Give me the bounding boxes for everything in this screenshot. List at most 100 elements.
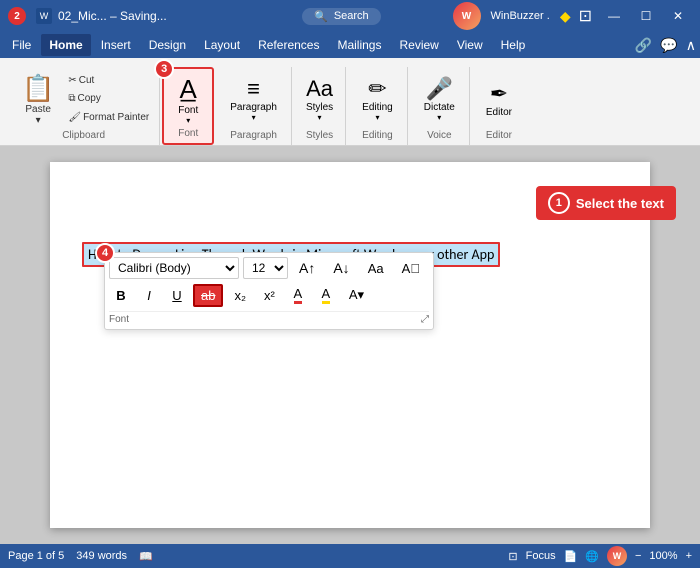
font-group-label: Font xyxy=(178,126,198,139)
format-painter-button[interactable]: 🖌 Format Painter xyxy=(64,111,153,124)
font-color-dropdown[interactable]: A▾ xyxy=(342,284,371,306)
ribbon: 📋 Paste ▾ ✂ Cut ⧉ Copy xyxy=(0,58,700,146)
paste-button[interactable]: 📋 Paste ▾ xyxy=(14,71,62,127)
menu-home[interactable]: Home xyxy=(41,34,90,56)
menu-review[interactable]: Review xyxy=(391,34,446,56)
ribbon-group-paragraph: ≡ Paragraph ▾ Paragraph xyxy=(216,67,292,145)
italic-button[interactable]: I xyxy=(137,285,161,306)
editing-arrow: ▾ xyxy=(375,113,379,122)
view-print-icon[interactable]: 📄 xyxy=(564,550,578,563)
text-color-button[interactable]: A xyxy=(286,283,310,307)
ribbon-container: 📋 Paste ▾ ✂ Cut ⧉ Copy xyxy=(0,58,700,146)
paste-arrow: ▾ xyxy=(36,115,41,126)
underline-button[interactable]: U xyxy=(165,285,189,306)
copy-icon: ⧉ xyxy=(68,93,75,104)
menu-design[interactable]: Design xyxy=(141,34,194,56)
editor-button[interactable]: ✒ Editor xyxy=(478,71,520,127)
font-expand-icon[interactable]: ⤢ xyxy=(421,314,429,325)
file-name: 02_Mic... – Saving... xyxy=(58,9,167,23)
bold-button[interactable]: B xyxy=(109,285,133,306)
diamond-icon: ◆ xyxy=(560,8,571,25)
focus-icon[interactable]: ⊡ xyxy=(508,550,517,563)
comment-icon[interactable]: 💬 xyxy=(660,37,677,54)
title-bar: 2 W 02_Mic... – Saving... 🔍 Search W Win… xyxy=(0,0,700,32)
title-bar-left: 2 W 02_Mic... – Saving... xyxy=(8,7,230,25)
clipboard-buttons: 📋 Paste ▾ ✂ Cut ⧉ Copy xyxy=(14,71,153,128)
editor-icon: ✒ xyxy=(490,81,508,107)
minimize-button[interactable]: — xyxy=(600,2,628,30)
proofing-icon: 📖 xyxy=(139,550,153,563)
clipboard-small-buttons: ✂ Cut ⧉ Copy 🖌 Format Painter xyxy=(64,71,153,127)
menu-insert[interactable]: Insert xyxy=(93,34,139,56)
paragraph-arrow: ▾ xyxy=(252,113,256,122)
menu-file[interactable]: File xyxy=(4,34,39,56)
word-count: 349 words xyxy=(76,550,127,562)
ribbon-group-editing: ✏ Editing ▾ Editing xyxy=(348,67,408,145)
quick-access-badge: 2 xyxy=(8,7,26,25)
ribbon-group-clipboard: 📋 Paste ▾ ✂ Cut ⧉ Copy xyxy=(8,67,160,145)
title-bar-center: 🔍 Search xyxy=(230,8,452,25)
font-label: Font xyxy=(178,105,198,116)
zoom-out-button[interactable]: − xyxy=(635,550,641,562)
styles-group-label: Styles xyxy=(306,128,333,141)
font-formatting-bar: 4 Calibri (Body) 12 A↑ A↓ Aa A⃝ B I U ab… xyxy=(104,252,434,330)
ribbon-group-font: 3 A̲ Font ▾ Font xyxy=(162,67,214,145)
ribbon-group-dictate: 🎤 Dictate ▾ Voice xyxy=(410,67,470,145)
dictate-icon: 🎤 xyxy=(426,76,453,102)
shrink-font-button[interactable]: A↓ xyxy=(326,257,356,279)
menu-right-icons: 🔗 💬 ∧ xyxy=(635,37,696,54)
change-case-button[interactable]: Aa xyxy=(361,258,391,279)
font-bar-footer: Font ⤢ xyxy=(109,311,429,325)
cut-button[interactable]: ✂ Cut xyxy=(64,74,153,87)
app-name-label: WinBuzzer . xyxy=(491,10,550,22)
font-bar-row1: Calibri (Body) 12 A↑ A↓ Aa A⃝ xyxy=(109,257,429,279)
ribbon-group-editor: ✒ Editor Editor xyxy=(472,67,526,145)
focus-label: Focus xyxy=(526,550,556,562)
superscript-button[interactable]: x² xyxy=(257,285,282,306)
share-icon[interactable]: 🔗 xyxy=(635,37,652,54)
dictate-button[interactable]: 🎤 Dictate ▾ xyxy=(416,71,463,127)
highlight-button[interactable]: A xyxy=(314,283,338,307)
strikethrough-button[interactable]: ab xyxy=(193,284,223,307)
styles-icon: Aa xyxy=(306,76,333,102)
ribbon-group-styles: Aa Styles ▾ Styles xyxy=(294,67,346,145)
format-painter-icon: 🖌 xyxy=(68,112,81,123)
status-bar: Page 1 of 5 349 words 📖 ⊡ Focus 📄 🌐 W − … xyxy=(0,544,700,568)
zoom-in-button[interactable]: + xyxy=(686,550,692,562)
copy-button[interactable]: ⧉ Copy xyxy=(64,92,153,105)
menu-references[interactable]: References xyxy=(250,34,327,56)
close-button[interactable]: ✕ xyxy=(664,2,692,30)
font-icon[interactable]: A̲ xyxy=(180,74,197,105)
font-arrow: ▾ xyxy=(186,116,190,125)
cut-icon: ✂ xyxy=(68,75,76,86)
text-color-icon: A xyxy=(294,286,303,304)
zoom-level: 100% xyxy=(649,550,677,562)
maximize-button[interactable]: ☐ xyxy=(632,2,660,30)
editing-button[interactable]: ✏ Editing ▾ xyxy=(354,71,401,127)
font-name-select[interactable]: Calibri (Body) xyxy=(109,257,239,279)
paragraph-icon[interactable]: ≡ xyxy=(247,76,260,102)
annotation-1-text: Select the text xyxy=(576,196,664,211)
winbuzzer-status-logo: W xyxy=(607,546,627,566)
menu-view[interactable]: View xyxy=(449,34,491,56)
collapse-ribbon-icon[interactable]: ∧ xyxy=(686,37,696,54)
menu-mailings[interactable]: Mailings xyxy=(329,34,389,56)
dictate-arrow: ▾ xyxy=(437,113,441,122)
menu-layout[interactable]: Layout xyxy=(196,34,248,56)
clear-format-button[interactable]: A⃝ xyxy=(395,258,427,279)
search-label: Search xyxy=(334,10,369,22)
status-bar-right: ⊡ Focus 📄 🌐 W − 100% + xyxy=(508,546,692,566)
annotation-1-badge: 1 xyxy=(548,192,570,214)
paste-icon: 📋 xyxy=(22,73,54,104)
dictate-group-label: Voice xyxy=(427,128,451,141)
app-window: 2 W 02_Mic... – Saving... 🔍 Search W Win… xyxy=(0,0,700,568)
view-web-icon[interactable]: 🌐 xyxy=(585,550,599,563)
title-bar-right: W WinBuzzer . ◆ ⊡ — ☐ ✕ xyxy=(453,2,692,30)
grow-font-button[interactable]: A↑ xyxy=(292,257,322,279)
styles-button[interactable]: Aa Styles ▾ xyxy=(300,76,339,122)
subscript-button[interactable]: x₂ xyxy=(227,285,253,306)
clipboard-label: Clipboard xyxy=(62,128,105,141)
menu-help[interactable]: Help xyxy=(493,34,534,56)
font-size-select[interactable]: 12 xyxy=(243,257,288,279)
document-area: How to Draw a Line Through Words in Micr… xyxy=(0,146,700,544)
